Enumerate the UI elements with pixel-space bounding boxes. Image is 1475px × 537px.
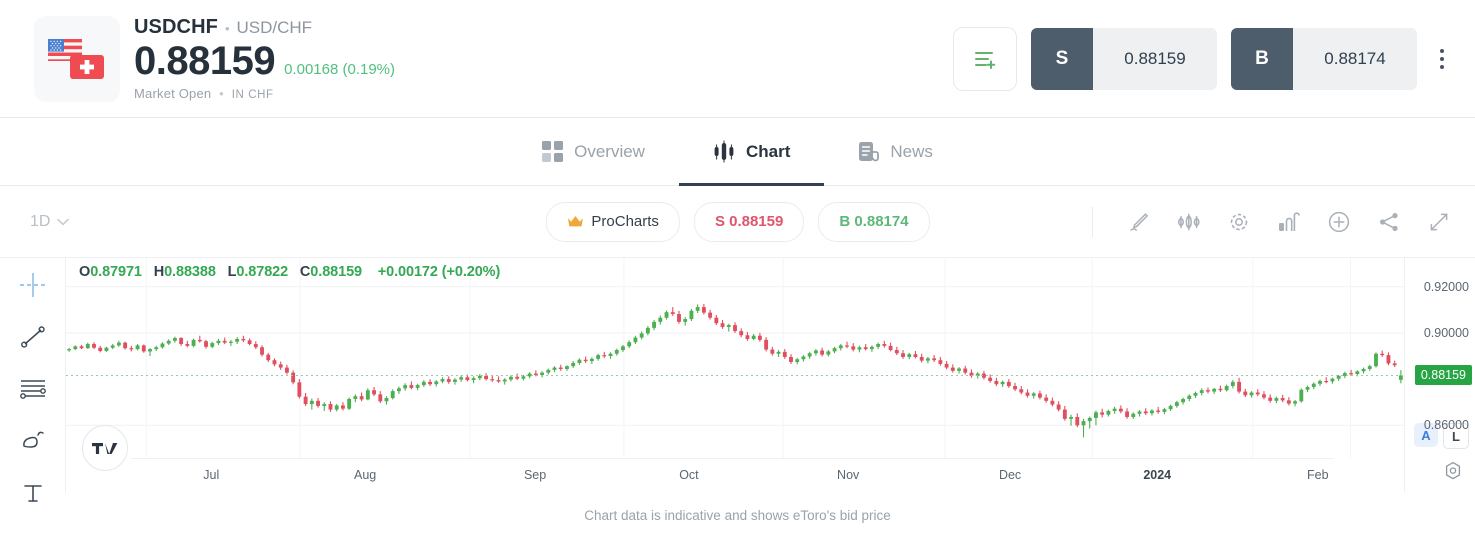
section-tabs: Overview Chart News bbox=[0, 118, 1475, 186]
settings-gear-icon[interactable] bbox=[1227, 210, 1251, 234]
chart-sell-label: S 0.88159 bbox=[714, 213, 784, 230]
buy-label: B bbox=[1231, 27, 1293, 90]
axis-settings-icon[interactable] bbox=[1443, 461, 1463, 481]
buy-price: 0.88174 bbox=[1293, 27, 1417, 90]
drawing-tools-sidebar bbox=[0, 258, 66, 502]
time-tick-label: Feb bbox=[1307, 468, 1329, 482]
news-document-icon bbox=[859, 141, 880, 161]
kebab-menu-icon[interactable] bbox=[1429, 39, 1455, 79]
chart-tool-icons bbox=[1092, 206, 1451, 237]
procharts-button[interactable]: ProCharts bbox=[545, 201, 680, 242]
tab-chart[interactable]: Chart bbox=[678, 118, 825, 186]
pencil-draw-icon[interactable] bbox=[1127, 210, 1151, 234]
ohlc-low-value: 0.87822 bbox=[236, 264, 289, 280]
price-tick-label: 0.92000 bbox=[1423, 279, 1469, 294]
chart-canvas[interactable]: O0.87971 H0.88388 L0.87822 C0.88159 +0.0… bbox=[66, 258, 1404, 493]
add-compare-icon[interactable] bbox=[1327, 210, 1351, 234]
instrument-price: 0.88159 bbox=[134, 38, 276, 83]
price-axis[interactable]: A L 0.92000 0.90000 0.86000 0.88159 bbox=[1404, 258, 1475, 493]
chart-toolbar: 1D ProCharts S 0.88159 B 0.88174 bbox=[0, 186, 1475, 258]
chart-sell-pill[interactable]: S 0.88159 bbox=[693, 201, 805, 242]
fib-retracement-tool[interactable] bbox=[16, 376, 50, 402]
candlestick-icon bbox=[714, 140, 734, 162]
procharts-label: ProCharts bbox=[591, 213, 659, 230]
tradingview-logo bbox=[82, 425, 128, 471]
tab-news-label: News bbox=[890, 141, 933, 161]
chart-area: O0.87971 H0.88388 L0.87822 C0.88159 +0.0… bbox=[0, 258, 1475, 502]
tab-chart-label: Chart bbox=[745, 141, 791, 161]
time-tick-label: Aug bbox=[354, 468, 377, 482]
currency-note: IN CHF bbox=[231, 88, 274, 101]
time-tick-label: Nov bbox=[837, 468, 860, 482]
time-axis: JulAugSepOctNovDec2024Feb18 bbox=[131, 458, 1334, 493]
market-status: Market Open bbox=[134, 85, 212, 101]
current-price-badge: 0.88159 bbox=[1414, 365, 1472, 386]
tab-overview[interactable]: Overview bbox=[508, 118, 679, 185]
text-tool[interactable] bbox=[16, 480, 50, 506]
chart-disclaimer: Chart data is indicative and shows eToro… bbox=[0, 493, 1475, 537]
instrument-pair: USD/CHF bbox=[236, 17, 313, 37]
tab-news[interactable]: News bbox=[824, 118, 967, 185]
instrument-header: USDCHF • USD/CHF 0.88159 0.00168 (0.19%)… bbox=[0, 0, 1475, 118]
bar-chart-type-icon[interactable] bbox=[1277, 210, 1301, 234]
indicators-icon[interactable] bbox=[1177, 210, 1201, 234]
crosshair-tool[interactable] bbox=[16, 272, 50, 298]
ohlc-open-label: O bbox=[79, 264, 91, 280]
add-to-watchlist-button[interactable] bbox=[953, 26, 1017, 91]
trend-line-tool[interactable] bbox=[16, 324, 50, 350]
instrument-change: 0.00168 (0.19%) bbox=[284, 60, 396, 78]
buy-button[interactable]: B 0.88174 bbox=[1231, 27, 1417, 90]
price-tick-label: 0.86000 bbox=[1423, 418, 1469, 433]
ohlc-open-value: 0.87971 bbox=[90, 264, 142, 280]
sell-button[interactable]: S 0.88159 bbox=[1031, 27, 1217, 90]
add-to-watchlist-icon bbox=[975, 51, 996, 69]
toolbar-divider bbox=[1092, 206, 1093, 237]
sell-label: S bbox=[1031, 27, 1093, 90]
share-icon[interactable] bbox=[1377, 210, 1401, 234]
fullscreen-expand-icon[interactable] bbox=[1427, 210, 1451, 234]
ohlc-high-label: H bbox=[153, 264, 165, 280]
instrument-flag-icon bbox=[34, 15, 120, 102]
ohlc-close-label: C bbox=[299, 264, 311, 280]
chart-buy-label: B 0.88174 bbox=[839, 213, 909, 230]
ohlc-change: +0.00172 (+0.20%) bbox=[377, 264, 501, 280]
timeframe-selector[interactable]: 1D bbox=[30, 212, 70, 231]
instrument-meta: USDCHF • USD/CHF 0.88159 0.00168 (0.19%)… bbox=[134, 17, 395, 101]
ohlc-high-value: 0.88388 bbox=[164, 264, 216, 280]
instrument-symbol: USDCHF bbox=[134, 15, 218, 38]
brush-draw-tool[interactable] bbox=[16, 428, 50, 454]
tab-overview-label: Overview bbox=[574, 141, 645, 161]
disclaimer-text: Chart data is indicative and shows eToro… bbox=[584, 507, 891, 523]
timeframe-value: 1D bbox=[30, 212, 51, 230]
time-tick-label: Jul bbox=[203, 468, 220, 482]
etoro-instrument-page: USDCHF • USD/CHF 0.88159 0.00168 (0.19%)… bbox=[0, 0, 1475, 537]
crown-icon bbox=[567, 216, 583, 227]
ohlc-legend: O0.87971 H0.88388 L0.87822 C0.88159 +0.0… bbox=[79, 264, 500, 280]
chart-buy-pill[interactable]: B 0.88174 bbox=[818, 201, 930, 242]
time-tick-label: Dec bbox=[998, 468, 1022, 482]
price-tick-label: 0.90000 bbox=[1423, 325, 1469, 340]
header-actions: S 0.88159 B 0.88174 bbox=[953, 26, 1455, 91]
sell-price: 0.88159 bbox=[1093, 27, 1217, 90]
ohlc-close-value: 0.88159 bbox=[310, 264, 363, 280]
chart-center-pills: ProCharts S 0.88159 B 0.88174 bbox=[545, 201, 930, 242]
time-tick-label: Oct bbox=[679, 468, 699, 482]
chevron-down-icon bbox=[57, 218, 70, 225]
time-tick-label: Sep bbox=[523, 468, 547, 482]
instrument-separator: • bbox=[224, 20, 230, 36]
grid-icon bbox=[542, 141, 564, 162]
status-separator: • bbox=[219, 85, 224, 101]
time-tick-label: 2024 bbox=[1143, 468, 1172, 482]
